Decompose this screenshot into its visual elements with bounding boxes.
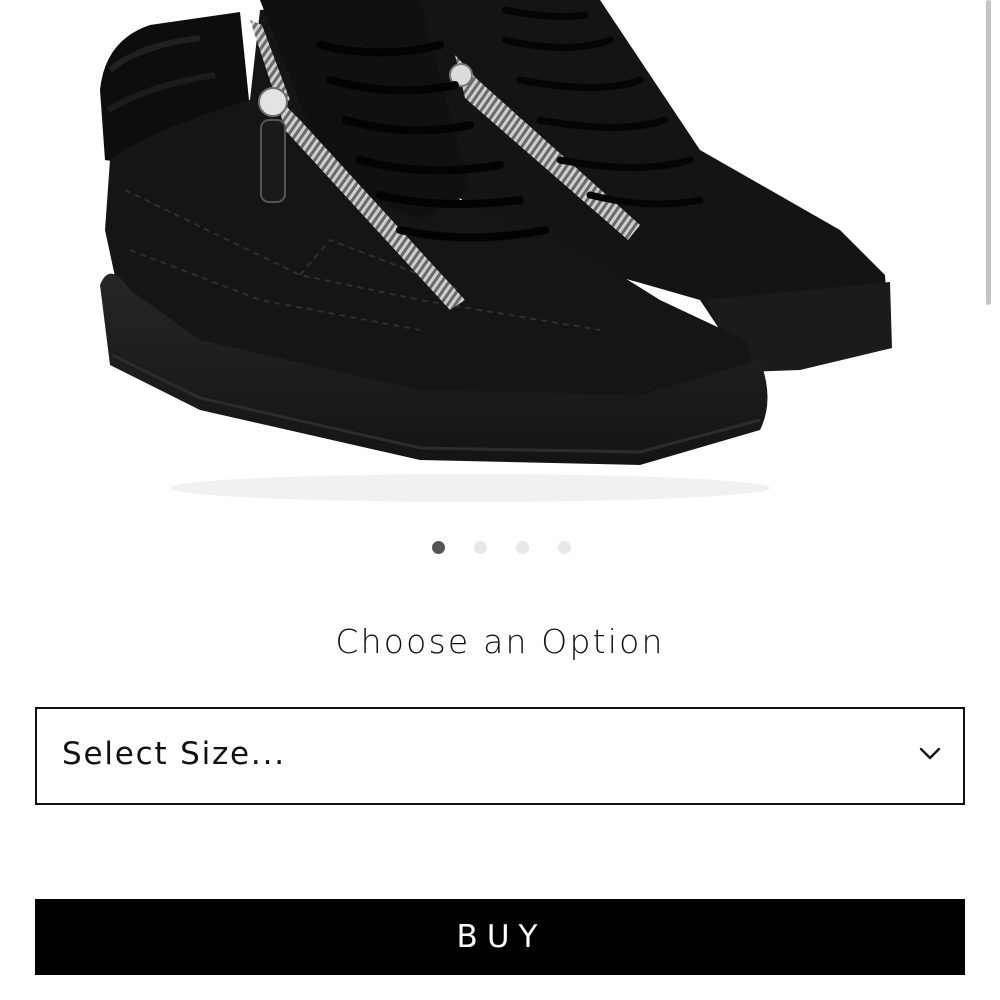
carousel-dot[interactable] [431,541,445,554]
chevron-down-icon [919,746,941,760]
product-page: Choose an Option Select Size... BUY [0,0,1000,1000]
carousel-dot[interactable] [557,541,571,554]
carousel-dot[interactable] [515,541,529,554]
scrollbar[interactable] [986,0,991,305]
carousel-dot[interactable] [473,541,487,554]
product-image[interactable] [0,0,1000,520]
carousel-pagination [0,541,1000,554]
size-select[interactable]: Select Size... [35,707,965,805]
buy-button[interactable]: BUY [35,899,965,975]
size-select-label: Select Size... [62,736,286,772]
sneaker-illustration [100,0,892,502]
option-heading: Choose an Option [335,622,665,661]
